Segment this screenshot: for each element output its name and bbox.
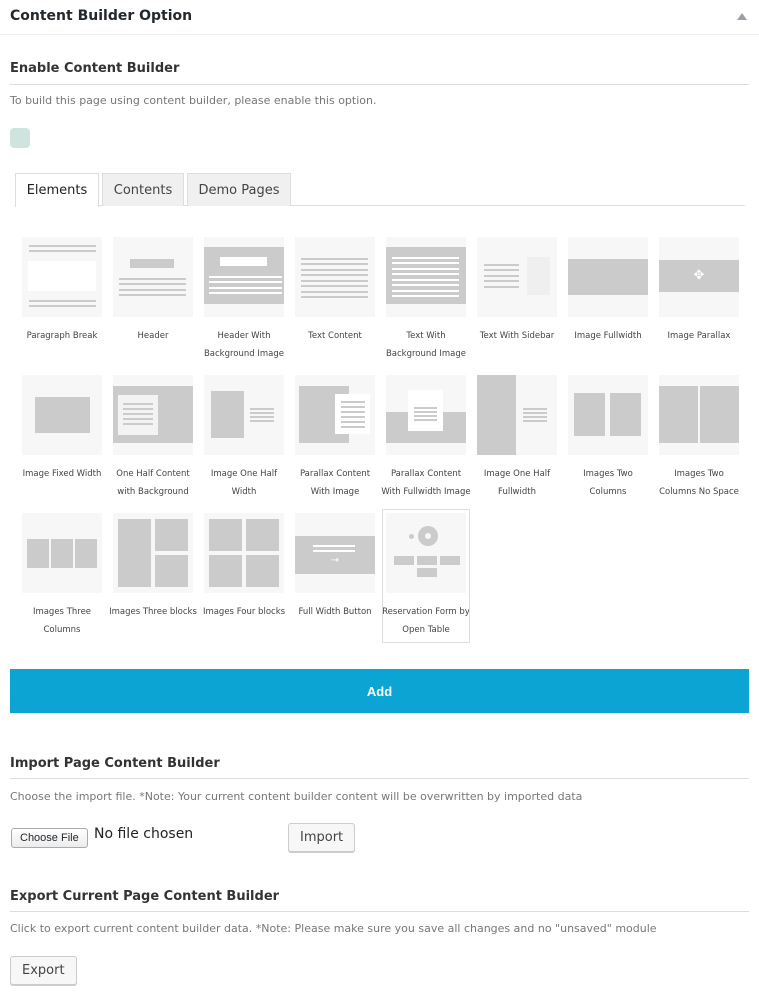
images-two-columns-no-space-thumbnail: [659, 375, 739, 455]
element-label: Text With Background Image: [385, 331, 467, 359]
element-label: Text With Sidebar: [479, 331, 555, 341]
import-description: Choose the import file. *Note: Your curr…: [10, 790, 583, 803]
full-width-button-thumbnail: →: [295, 513, 375, 593]
text-with-background-thumbnail: [386, 237, 466, 317]
images-two-columns-thumbnail: [568, 375, 648, 455]
text-with-sidebar-thumbnail: [477, 237, 557, 317]
arrow-right-icon: →: [330, 555, 340, 566]
paragraph-break-thumbnail: [22, 237, 102, 317]
parallax-content-fullwidth-image-thumbnail: [386, 375, 466, 455]
element-parallax-content-fullwidth-image[interactable]: Parallax Content With Fullwidth Image: [381, 375, 471, 501]
element-image-fullwidth[interactable]: Image Fullwidth: [568, 237, 648, 345]
element-images-three-columns[interactable]: Images Three Columns: [22, 513, 102, 639]
image-fixed-width-thumbnail: [22, 375, 102, 455]
move-arrows-icon: ✥: [693, 268, 705, 283]
choose-file-button[interactable]: Choose File: [11, 828, 88, 848]
element-image-fixed-width[interactable]: Image Fixed Width: [22, 375, 102, 483]
builder-tabs: Elements Contents Demo Pages: [15, 173, 745, 207]
element-full-width-button[interactable]: → Full Width Button: [295, 513, 375, 621]
parallax-content-with-image-thumbnail: [295, 375, 375, 455]
images-three-blocks-thumbnail: [113, 513, 193, 593]
element-paragraph-break[interactable]: Paragraph Break: [22, 237, 102, 345]
tab-demo-pages[interactable]: Demo Pages: [187, 173, 291, 206]
element-label: Image Parallax: [667, 331, 731, 341]
images-three-columns-thumbnail: [22, 513, 102, 593]
enable-description: To build this page using content builder…: [10, 94, 377, 107]
element-image-one-half-fullwidth[interactable]: Image One Half Fullwidth: [477, 375, 557, 501]
export-description: Click to export current content builder …: [10, 922, 657, 935]
import-button[interactable]: Import: [288, 823, 356, 852]
dot-icon: [409, 534, 414, 539]
element-label: Header: [137, 331, 169, 341]
element-text-with-sidebar[interactable]: Text With Sidebar: [477, 237, 557, 345]
tab-contents[interactable]: Contents: [102, 173, 184, 206]
image-fullwidth-thumbnail: [568, 237, 648, 317]
reservation-form-thumbnail: [386, 513, 466, 593]
collapse-triangle-icon[interactable]: [737, 13, 747, 20]
element-label: Text Content: [308, 331, 362, 341]
panel-title: Content Builder Option: [10, 8, 193, 24]
image-parallax-thumbnail: ✥: [659, 237, 739, 317]
header-with-background-thumbnail: [204, 237, 284, 317]
element-label: Image Fullwidth: [574, 331, 642, 341]
element-label: Images Three blocks: [109, 607, 197, 617]
element-one-half-content-background[interactable]: One Half Content with Background: [113, 375, 193, 501]
element-header-with-background[interactable]: Header With Background Image: [204, 237, 284, 363]
element-label: Image Fixed Width: [22, 469, 102, 479]
element-label: Header With Background Image: [203, 331, 285, 359]
element-images-three-blocks[interactable]: Images Three blocks: [109, 513, 197, 621]
one-half-content-background-thumbnail: [113, 375, 193, 455]
element-parallax-content-with-image[interactable]: Parallax Content With Image: [295, 375, 375, 501]
import-section-title: Import Page Content Builder: [10, 756, 220, 771]
element-label: Reservation Form by Open Table: [382, 607, 470, 635]
element-text-content[interactable]: Text Content: [295, 237, 375, 345]
element-label: Images Two Columns: [583, 469, 633, 497]
divider: [10, 778, 749, 779]
element-label: Image One Half Fullwidth: [483, 469, 551, 497]
element-image-parallax[interactable]: ✥ Image Parallax: [659, 237, 739, 345]
element-label: Paragraph Break: [26, 331, 98, 341]
element-images-two-columns[interactable]: Images Two Columns: [568, 375, 648, 501]
panel-header[interactable]: Content Builder Option: [0, 0, 759, 35]
element-label: Images Three Columns: [32, 607, 92, 635]
element-label: Full Width Button: [298, 607, 372, 617]
add-element-button[interactable]: Add: [10, 669, 749, 713]
images-four-blocks-thumbnail: [204, 513, 284, 593]
element-label: Parallax Content With Fullwidth Image: [381, 469, 471, 497]
element-reservation-form-open-table[interactable]: Reservation Form by Open Table: [382, 509, 470, 643]
image-one-half-fullwidth-thumbnail: [477, 375, 557, 455]
export-button[interactable]: Export: [10, 956, 77, 985]
enable-section-title: Enable Content Builder: [10, 61, 180, 76]
divider: [10, 84, 749, 85]
element-image-one-half-width[interactable]: Image One Half Width: [204, 375, 284, 501]
enable-content-builder-checkbox[interactable]: [10, 128, 30, 148]
element-label: Images Two Columns No Space: [659, 469, 739, 497]
tab-elements[interactable]: Elements: [15, 173, 99, 207]
header-thumbnail: [113, 237, 193, 317]
element-header[interactable]: Header: [113, 237, 193, 345]
disc-icon: [418, 526, 438, 546]
element-label: Images Four blocks: [202, 607, 286, 617]
divider: [10, 911, 749, 912]
element-label: Parallax Content With Image: [299, 469, 371, 497]
element-text-with-background[interactable]: Text With Background Image: [386, 237, 466, 363]
image-one-half-width-thumbnail: [204, 375, 284, 455]
element-images-four-blocks[interactable]: Images Four blocks: [203, 513, 285, 621]
export-section-title: Export Current Page Content Builder: [10, 889, 280, 904]
element-images-two-columns-no-space[interactable]: Images Two Columns No Space: [659, 375, 739, 501]
file-status-text: No file chosen: [94, 826, 194, 842]
element-label: Image One Half Width: [210, 469, 278, 497]
text-content-thumbnail: [295, 237, 375, 317]
element-label: One Half Content with Background: [116, 469, 190, 497]
